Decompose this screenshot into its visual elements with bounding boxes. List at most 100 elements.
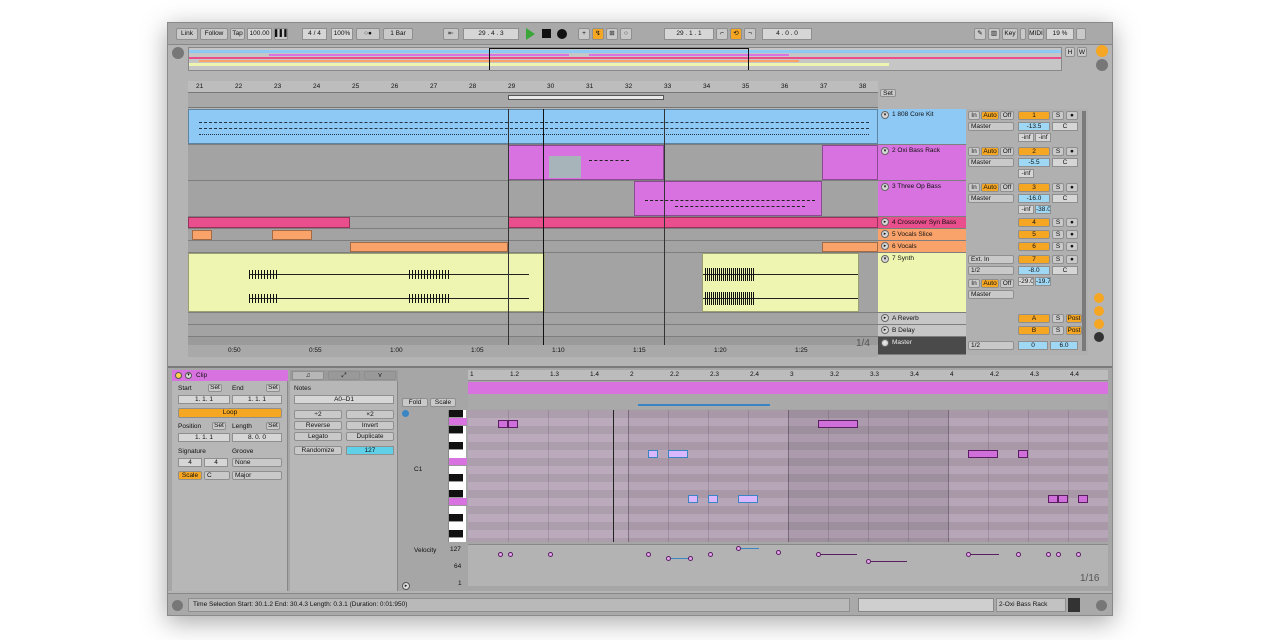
solo-button[interactable]: S: [1052, 230, 1064, 239]
add-icon[interactable]: +: [578, 28, 590, 40]
midi-clip-three-op[interactable]: [634, 181, 822, 216]
metronome-button[interactable]: ○●: [356, 28, 380, 40]
arm-icon[interactable]: ●: [1066, 183, 1078, 192]
velocity-marker[interactable]: [508, 552, 513, 557]
track-header-5[interactable]: ▸ 5 Vocals Slice: [878, 229, 966, 241]
groove-select[interactable]: None: [232, 458, 282, 467]
time-signature-field[interactable]: 4 / 4: [302, 28, 327, 40]
midi-clip-oxi-bass-2[interactable]: [822, 145, 878, 180]
arm-icon[interactable]: ●: [1066, 255, 1078, 264]
midi-note[interactable]: [818, 420, 858, 428]
track-header-2[interactable]: ▾ 2 Oxi Bass Rack: [878, 145, 966, 181]
midi-note-selected[interactable]: [648, 450, 658, 458]
link-button[interactable]: Link: [176, 28, 198, 40]
collapse-icon[interactable]: [172, 47, 184, 59]
half-tempo-button[interactable]: ÷2: [294, 410, 342, 419]
view-toggle-icon[interactable]: [1096, 59, 1108, 71]
mpe-tab-icon[interactable]: ⋎: [364, 371, 396, 380]
track-fold-icon[interactable]: ▸: [881, 314, 889, 322]
randomize-amount-field[interactable]: 127: [346, 446, 394, 455]
selected-device-name[interactable]: 2-Oxi Bass Rack: [996, 598, 1066, 612]
track-fold-icon[interactable]: ▸: [881, 339, 889, 347]
loop-start-field[interactable]: 29 . 1 . 1: [664, 28, 714, 40]
arrangement-overview[interactable]: [188, 47, 1062, 71]
input-channel-select[interactable]: 1/2: [968, 266, 1014, 275]
midi-note[interactable]: [1058, 495, 1068, 503]
overview-viewport[interactable]: [489, 48, 749, 70]
midi-clip-oxi-bass[interactable]: [508, 145, 664, 180]
velocity-marker[interactable]: [548, 552, 553, 557]
input-type-select[interactable]: Ext. In: [968, 255, 1014, 264]
time-ruler[interactable]: 0:50 0:55 1:00 1:05 1:10 1:15 1:20 1:25 …: [188, 338, 878, 357]
position-set-button[interactable]: Set: [212, 422, 226, 430]
post-button[interactable]: Post: [1066, 314, 1082, 323]
song-position-field[interactable]: 29 . 4 . 3: [463, 28, 519, 40]
track-activator-6[interactable]: 6: [1018, 242, 1050, 251]
duplicate-button[interactable]: Duplicate: [346, 432, 394, 441]
monitor-off-button[interactable]: Off: [1000, 279, 1014, 288]
clip-vocals-1[interactable]: [350, 242, 508, 252]
monitor-off-button[interactable]: Off: [1000, 147, 1014, 156]
arm-icon[interactable]: ●: [1066, 230, 1078, 239]
signature-denominator[interactable]: 4: [204, 458, 228, 467]
solo-button[interactable]: S: [1052, 218, 1064, 227]
arrangement-view[interactable]: [188, 109, 878, 355]
track-fold-icon[interactable]: ▸: [881, 326, 889, 334]
velocity-marker[interactable]: [1076, 552, 1081, 557]
session-record-icon[interactable]: ⊞: [606, 28, 618, 40]
monitor-auto-button[interactable]: Auto: [981, 147, 999, 156]
monitor-auto-button[interactable]: Auto: [981, 183, 999, 192]
record-icon[interactable]: [557, 29, 567, 39]
solo-button[interactable]: S: [1052, 111, 1064, 120]
clip-crossover-1[interactable]: [188, 217, 350, 228]
device-view-icon[interactable]: [1068, 598, 1080, 612]
track-activator-5[interactable]: 5: [1018, 230, 1050, 239]
midi-note-selected[interactable]: [738, 495, 758, 503]
track-fold-icon[interactable]: ▾: [881, 255, 889, 263]
loop-length-field[interactable]: 4 . 0 . 0: [762, 28, 812, 40]
device-chain-overview[interactable]: [858, 598, 994, 612]
track-activator-a[interactable]: A: [1018, 314, 1050, 323]
monitor-in-button[interactable]: In: [968, 111, 980, 120]
midi-map-button[interactable]: MIDI: [1028, 28, 1044, 40]
selection-strip[interactable]: [468, 394, 1108, 409]
monitor-auto-button[interactable]: Auto: [981, 111, 999, 120]
loop-button[interactable]: Loop: [178, 408, 282, 418]
track-activator-b[interactable]: B: [1018, 326, 1050, 335]
returns-toggle-icon[interactable]: [1094, 319, 1104, 329]
track-header-a[interactable]: ▸ A Reverb: [878, 313, 966, 325]
detail-collapse-icon[interactable]: [1096, 600, 1107, 611]
velocity-editor[interactable]: 1/16: [468, 544, 1108, 586]
track-fold-icon[interactable]: ▸: [881, 230, 889, 238]
w-button[interactable]: W: [1077, 47, 1087, 57]
browser-toggle-icon[interactable]: [1096, 45, 1108, 57]
track-fold-icon[interactable]: ▾: [881, 183, 889, 191]
clip-vocals-slice-2[interactable]: [272, 230, 312, 240]
browser-expand-icon[interactable]: [172, 600, 183, 611]
monitor-in-button[interactable]: In: [968, 279, 980, 288]
scale-name-select[interactable]: Major: [232, 471, 282, 480]
midi-note[interactable]: [968, 450, 998, 458]
punch-out-icon[interactable]: ¬: [744, 28, 756, 40]
reverse-button[interactable]: Reverse: [294, 421, 342, 430]
quantize-menu[interactable]: 1 Bar: [383, 28, 413, 40]
punch-in-icon[interactable]: ⌐: [716, 28, 728, 40]
solo-button[interactable]: S: [1052, 183, 1064, 192]
pan-field[interactable]: C: [1052, 194, 1078, 203]
midi-note[interactable]: [498, 420, 508, 428]
editor-ruler[interactable]: 1 1.2 1.3 1.4 2 2.2 2.3 2.4 3 3.2 3.3 3.…: [468, 370, 1108, 381]
velocity-marker[interactable]: [1056, 552, 1061, 557]
output-routing-select[interactable]: Master: [968, 122, 1014, 131]
legato-button[interactable]: Legato: [294, 432, 342, 441]
midi-note-selected[interactable]: [668, 450, 688, 458]
velocity-marker[interactable]: [708, 552, 713, 557]
clip-loop-bar[interactable]: [468, 382, 1108, 394]
beat-time-ruler[interactable]: 21 22 23 24 25 26 27 28 29 30 31 32 33 3…: [188, 81, 878, 93]
play-icon[interactable]: [526, 28, 535, 40]
pan-field[interactable]: C: [1052, 122, 1078, 131]
nudge-icon[interactable]: ▌▌▌: [274, 28, 288, 40]
arm-icon[interactable]: ●: [1066, 242, 1078, 251]
piano-keyboard[interactable]: [448, 410, 467, 542]
scale-root-select[interactable]: C: [204, 471, 230, 480]
volume-field[interactable]: -13.5: [1018, 122, 1050, 131]
